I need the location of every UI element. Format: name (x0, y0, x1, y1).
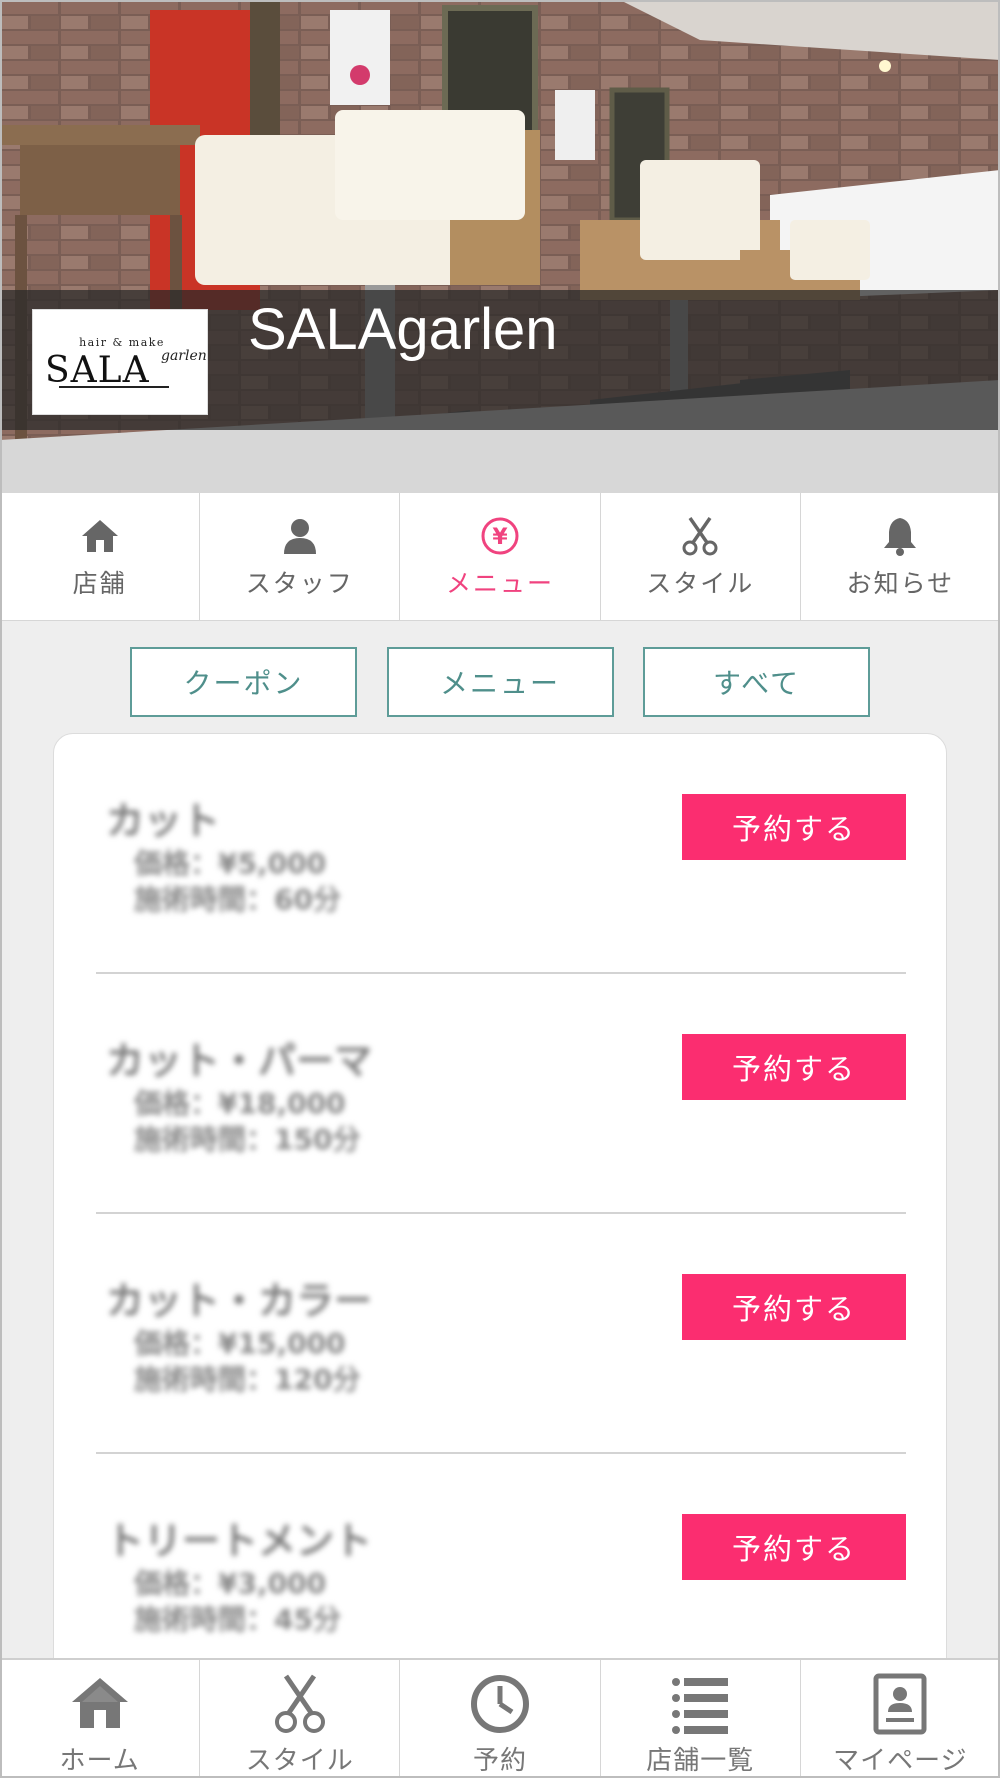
tab-staff[interactable]: スタッフ (200, 493, 401, 620)
tab-store[interactable]: 店舗 (0, 493, 201, 620)
reserve-button[interactable]: 予約する (682, 1514, 906, 1580)
menu-item-duration: 施術時間：150分 (134, 1123, 361, 1156)
tab-label: スタッフ (245, 568, 354, 598)
yen-icon: ¥ (481, 517, 519, 554)
nav-label: マイページ (833, 1746, 968, 1776)
person-icon (283, 518, 316, 554)
reserve-button[interactable]: 予約する (682, 1274, 906, 1340)
menu-item-name: カット (106, 799, 221, 843)
filter-menu-button[interactable]: メニュー (386, 647, 614, 717)
tab-label: お知らせ (846, 568, 955, 598)
menu-item-name: カット・カラー (106, 1279, 373, 1323)
logo-wordmark: SALA (45, 350, 150, 391)
scissors-icon (682, 516, 718, 555)
bell-icon (884, 517, 917, 556)
menu-item-duration: 施術時間：45分 (134, 1603, 341, 1636)
tab-label: スタイル (646, 568, 755, 598)
tab-news[interactable]: お知らせ (801, 493, 1000, 620)
list-icon (672, 1678, 729, 1734)
tab-style[interactable]: スタイル (601, 493, 801, 620)
reserve-button[interactable]: 予約する (682, 794, 906, 860)
top-tab-bar: 店舗 スタッフ ¥ メニュー スタイル お知らせ (0, 493, 1000, 621)
logo-script: garlen (161, 348, 207, 364)
menu-item: カット・カラー 価格：¥15,000 施術時間：120分 予約する (96, 1214, 906, 1454)
menu-item-name: カット・パーマ (106, 1039, 373, 1083)
tab-menu[interactable]: ¥ メニュー (400, 493, 601, 620)
filter-buttons: クーポン メニュー すべて (130, 647, 870, 717)
filter-coupon-button[interactable]: クーポン (130, 647, 357, 717)
nav-label: 店舗一覧 (646, 1746, 755, 1776)
menu-item-duration: 施術時間：120分 (134, 1363, 361, 1396)
nav-label: ホーム (59, 1746, 140, 1776)
menu-item-duration: 施術時間：60分 (134, 883, 341, 916)
home-icon (81, 519, 118, 552)
reserve-button[interactable]: 予約する (682, 1034, 906, 1100)
nav-home[interactable]: ホーム (0, 1660, 201, 1778)
logo-underline (59, 386, 169, 388)
filter-all-button[interactable]: すべて (643, 647, 870, 717)
nav-store-list[interactable]: 店舗一覧 (601, 1660, 801, 1778)
menu-item: カット・パーマ 価格：¥18,000 施術時間：150分 予約する (96, 974, 906, 1214)
salon-name: SALAgarlen (248, 297, 558, 362)
nav-label: 予約 (473, 1746, 528, 1776)
salon-logo: hair & make SALA garlen (32, 309, 208, 415)
hero-banner: hair & make SALA garlen SALAgarlen (0, 0, 1000, 493)
menu-item-name: トリートメント (106, 1519, 373, 1563)
menu-item: カット 価格：¥5,000 施術時間：60分 予約する (96, 734, 906, 974)
nav-label: スタイル (245, 1746, 354, 1776)
svg-text:¥: ¥ (492, 525, 508, 550)
scissors-icon (274, 1674, 325, 1733)
clock-icon (471, 1675, 529, 1733)
tab-label: メニュー (446, 568, 555, 598)
nav-style[interactable]: スタイル (200, 1660, 401, 1778)
menu-item-price: 価格：¥18,000 (134, 1087, 346, 1120)
home-icon (71, 1678, 128, 1728)
tab-label: 店舗 (72, 568, 127, 598)
menu-item-price: 価格：¥5,000 (134, 847, 327, 880)
profile-icon (873, 1673, 927, 1735)
nav-mypage[interactable]: マイページ (801, 1660, 1000, 1778)
menu-list-card: カット 価格：¥5,000 施術時間：60分 予約する カット・パーマ 価格：¥… (53, 733, 947, 1778)
nav-reservation[interactable]: 予約 (400, 1660, 601, 1778)
menu-item-price: 価格：¥15,000 (134, 1327, 346, 1360)
menu-item-price: 価格：¥3,000 (134, 1567, 327, 1600)
bottom-nav-bar: ホーム スタイル 予約 店舗一覧 マイページ (0, 1658, 1000, 1778)
